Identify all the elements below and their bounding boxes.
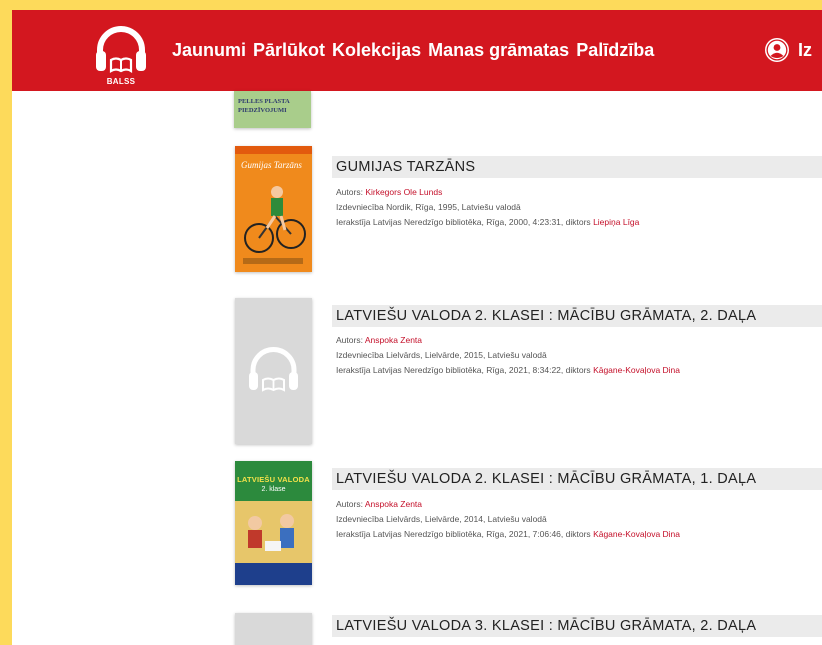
publisher-line: Izdevniecība Nordik, Rīga, 1995, Latvieš…: [336, 202, 521, 212]
author-label: Autors:: [336, 499, 363, 509]
cover-title-text: PELLES PLASTA PIEDZĪVOJUMI: [238, 98, 290, 114]
headphones-placeholder-icon: [249, 347, 298, 392]
browser-viewport: BALSS Jaunumi Pārlūkot Kolekcijas Manas …: [12, 10, 822, 645]
recording-line: Ierakstīja Latvijas Neredzīgo bibliotēka…: [336, 527, 680, 542]
cover-title-text: Gumijas Tarzāns: [241, 160, 302, 170]
book-title[interactable]: GUMIJAS TARZĀNS: [332, 156, 822, 178]
book-cover-partial[interactable]: PELLES PLASTA PIEDZĪVOJUMI: [234, 91, 311, 128]
headphones-logo-icon: [96, 26, 146, 73]
top-navigation-bar: BALSS Jaunumi Pārlūkot Kolekcijas Manas …: [12, 10, 822, 91]
book-title[interactable]: LATVIEŠU VALODA 2. KLASEI : MĀCĪBU GRĀMA…: [332, 468, 822, 490]
author-line: Autors: Anspoka Zenta: [336, 333, 680, 348]
recording-text: Ierakstīja Latvijas Neredzīgo bibliotēka…: [336, 529, 591, 539]
narrator-link[interactable]: Kāgane-Kovaļova Dina: [593, 529, 680, 539]
publisher-line: Izdevniecība Lielvārds, Lielvārde, 2014,…: [336, 514, 547, 524]
nav-kolekcijas[interactable]: Kolekcijas: [332, 40, 421, 61]
author-label: Autors:: [336, 335, 363, 345]
book-meta: Autors: Kirkegors Ole Lunds Izdevniecība…: [336, 185, 639, 230]
author-line: Autors: Kirkegors Ole Lunds: [336, 185, 639, 200]
cover-subtitle-text: 2. klase: [261, 486, 286, 493]
user-menu[interactable]: Iz: [765, 38, 812, 62]
nav-manas-gramatas[interactable]: Manas grāmatas: [428, 40, 569, 61]
author-link[interactable]: Anspoka Zenta: [365, 335, 422, 345]
balss-logo[interactable]: BALSS: [90, 20, 152, 90]
author-link[interactable]: Kirkegors Ole Lunds: [365, 187, 442, 197]
narrator-link[interactable]: Kāgane-Kovaļova Dina: [593, 365, 680, 375]
nav-parlukot[interactable]: Pārlūkot: [253, 40, 325, 61]
book-cover-latviesu-valoda-1[interactable]: LATVIEŠU VALODA 2. klase: [235, 461, 312, 585]
publisher-line: Izdevniecība Lielvārds, Lielvārde, 2015,…: [336, 350, 547, 360]
main-nav: Jaunumi Pārlūkot Kolekcijas Manas grāmat…: [172, 40, 661, 61]
cover-title-text: LATVIEŠU VALODA: [237, 475, 310, 484]
logo-text: BALSS: [106, 77, 136, 86]
book-meta: Autors: Anspoka Zenta Izdevniecība Lielv…: [336, 333, 680, 378]
narrator-link[interactable]: Liepiņa Līga: [593, 217, 639, 227]
user-icon: [765, 38, 789, 62]
user-label: Iz: [798, 39, 813, 60]
nav-jaunumi[interactable]: Jaunumi: [172, 40, 246, 61]
recording-line: Ierakstīja Latvijas Neredzīgo bibliotēka…: [336, 363, 680, 378]
recording-text: Ierakstīja Latvijas Neredzīgo bibliotēka…: [336, 217, 591, 227]
recording-text: Ierakstīja Latvijas Neredzīgo bibliotēka…: [336, 365, 591, 375]
author-link[interactable]: Anspoka Zenta: [365, 499, 422, 509]
nav-palidziba[interactable]: Palīdzība: [576, 40, 654, 61]
author-line: Autors: Anspoka Zenta: [336, 497, 680, 512]
book-meta: Autors: Anspoka Zenta Izdevniecība Lielv…: [336, 497, 680, 542]
book-cover-placeholder[interactable]: [235, 613, 312, 645]
book-title[interactable]: LATVIEŠU VALODA 3. KLASEI : MĀCĪBU GRĀMA…: [332, 615, 822, 637]
book-cover-placeholder[interactable]: [235, 298, 312, 444]
author-label: Autors:: [336, 187, 363, 197]
book-cover-gumijas-tarzans[interactable]: Gumijas Tarzāns: [235, 146, 312, 272]
recording-line: Ierakstīja Latvijas Neredzīgo bibliotēka…: [336, 215, 639, 230]
book-title[interactable]: LATVIEŠU VALODA 2. KLASEI : MĀCĪBU GRĀMA…: [332, 305, 822, 327]
